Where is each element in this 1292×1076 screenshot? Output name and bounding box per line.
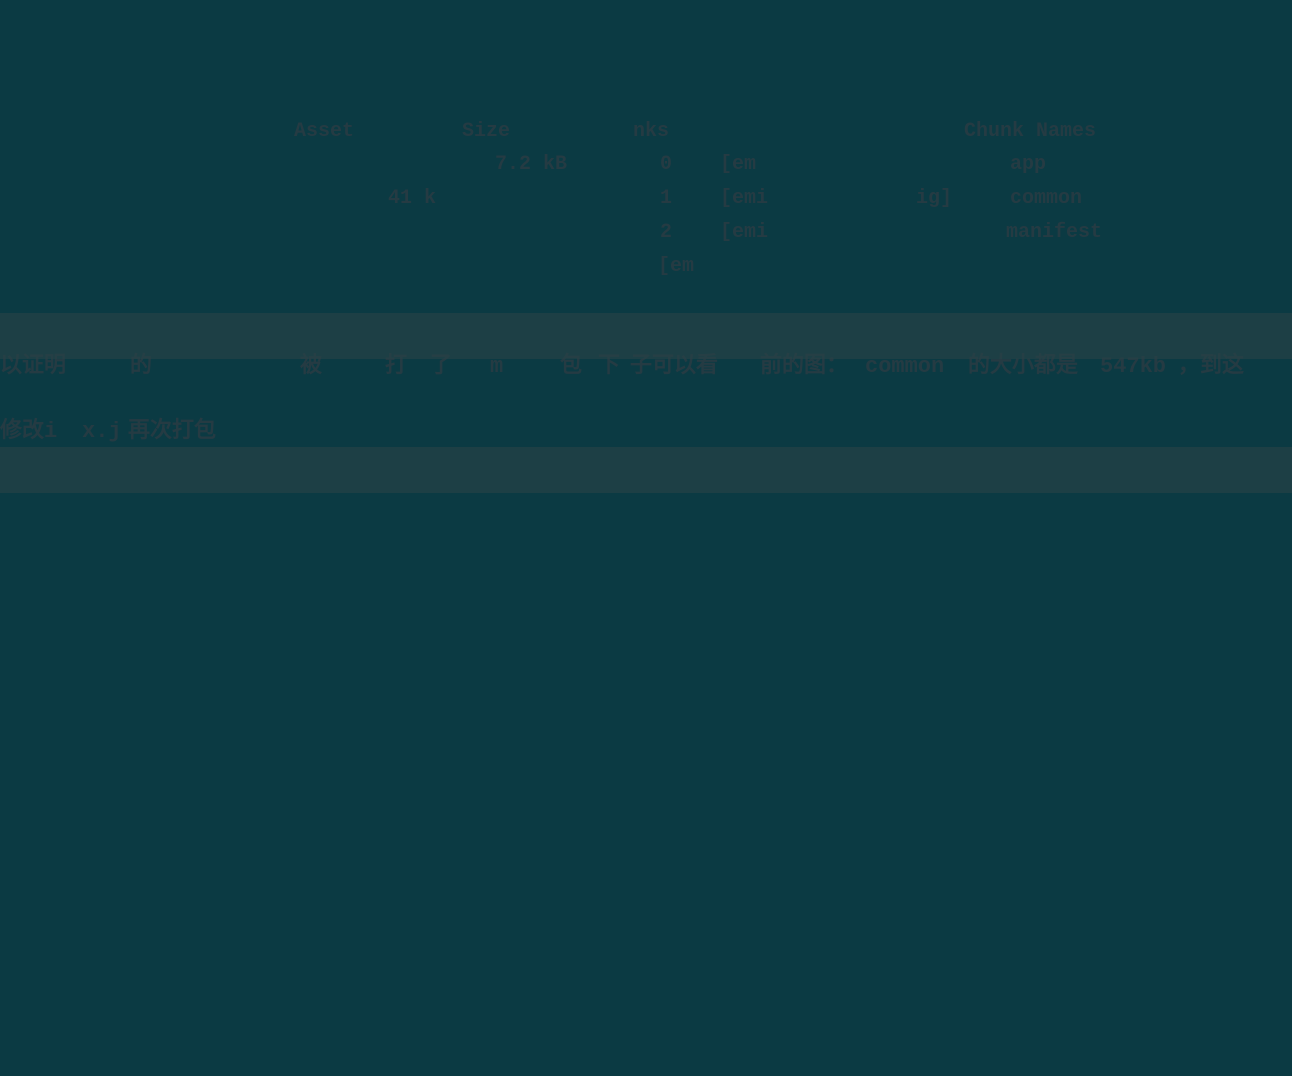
ghost-text: [emi — [720, 182, 768, 216]
ghost-text: 2 — [660, 216, 672, 250]
ghost-text: 子可以看 — [630, 348, 718, 385]
ghost-text: 包 — [560, 348, 582, 385]
ghost-text: common — [865, 348, 944, 385]
ghost-text: 了 — [430, 348, 452, 385]
ghost-text: x.j — [82, 413, 122, 450]
ghost-text: [emi — [720, 216, 768, 250]
ghost-text: nks — [633, 115, 669, 149]
ghost-text: 修改i — [0, 413, 57, 450]
ghost-text: app — [1010, 148, 1046, 182]
ghost-text: Chunk Names — [964, 115, 1096, 149]
ghost-text: m — [490, 348, 503, 385]
ghost-text: 0 — [660, 148, 672, 182]
ghost-text: 的大小都是 — [968, 348, 1078, 385]
ghost-text: 下 — [598, 348, 620, 385]
ghost-text: [em — [658, 250, 694, 284]
ghost-text: Size — [462, 115, 510, 149]
ghost-text: ig] — [916, 182, 952, 216]
ghost-text: 前的图： — [760, 348, 848, 385]
ghost-text: ，到这 — [1178, 348, 1244, 385]
ghost-text: 打 — [385, 348, 407, 385]
ghost-text: 7.2 kB — [495, 148, 567, 182]
ghost-text: 1 — [660, 182, 672, 216]
ghost-text: 41 k — [388, 182, 436, 216]
ghost-text: 的 — [130, 348, 152, 385]
ghost-text: Asset — [294, 115, 354, 149]
ghost-text: 再次打包 — [128, 413, 216, 450]
ghost-text: common — [1010, 182, 1082, 216]
ghost-text: [em — [720, 148, 756, 182]
ghost-text: manifest — [1006, 216, 1102, 250]
ghost-text: 547kb — [1100, 348, 1166, 385]
ghost-text: 以证明 — [0, 348, 66, 385]
ghost-text: 被 — [300, 348, 322, 385]
